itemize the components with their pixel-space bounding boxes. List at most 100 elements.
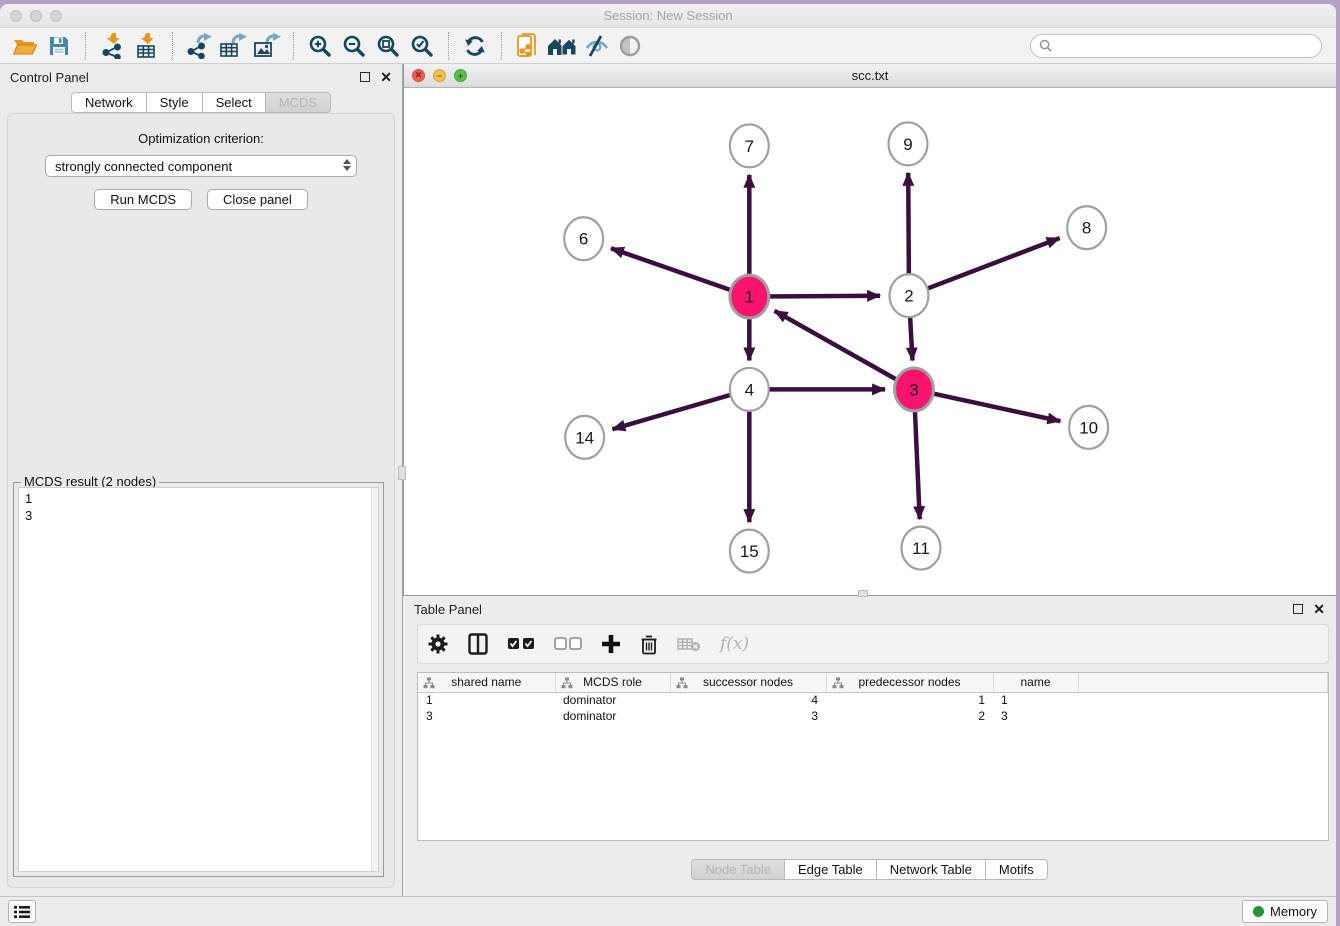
- column-type-icon: [561, 677, 573, 689]
- zoom-out-button[interactable]: [337, 31, 371, 61]
- svg-text:1: 1: [745, 288, 754, 307]
- table-row[interactable]: 1dominator411: [418, 692, 1328, 708]
- unselect-all-columns-icon[interactable]: [554, 637, 582, 651]
- list-icon: [14, 905, 30, 919]
- network-canvas[interactable]: 7 9 6 8 1 2 4 3 14 10 15 11: [404, 88, 1336, 595]
- zoom-fit-button[interactable]: [371, 31, 405, 61]
- export-image-button[interactable]: [250, 31, 284, 61]
- open-session-button[interactable]: [8, 31, 42, 61]
- table-toolbar: f(x): [417, 624, 1329, 664]
- search-box[interactable]: [1030, 34, 1322, 58]
- table-row[interactable]: 3dominator323: [418, 708, 1328, 724]
- vertical-splitter-handle[interactable]: [398, 466, 406, 480]
- graph-node-6[interactable]: 6: [564, 217, 603, 260]
- graph-node-15[interactable]: 15: [730, 530, 769, 573]
- table-cell[interactable]: 4: [670, 692, 826, 708]
- criterion-select[interactable]: strongly connected component: [45, 155, 357, 177]
- tab-motifs[interactable]: Motifs: [986, 859, 1048, 880]
- table-cell[interactable]: 1: [826, 692, 993, 708]
- graph-edge-1-6[interactable]: [611, 248, 738, 292]
- graph-edge-3-11[interactable]: [915, 401, 920, 519]
- graph-edge-3-10[interactable]: [926, 392, 1061, 421]
- delete-column-trash-icon[interactable]: [640, 634, 658, 655]
- graph-edge-3-1[interactable]: [775, 311, 904, 384]
- tab-network[interactable]: Network: [71, 92, 147, 113]
- column-header[interactable]: predecessor nodes: [826, 673, 993, 692]
- horizontal-splitter-handle[interactable]: [858, 590, 868, 597]
- import-network-button[interactable]: [95, 31, 129, 61]
- table-cell[interactable]: 1: [993, 692, 1078, 708]
- show-panels-button[interactable]: [613, 31, 647, 61]
- table-cell[interactable]: 3: [418, 708, 555, 724]
- hide-panels-button[interactable]: [579, 31, 613, 61]
- zoom-selected-button[interactable]: [405, 31, 439, 61]
- tab-node-table[interactable]: Node Table: [691, 859, 785, 880]
- float-panel-icon[interactable]: [360, 72, 370, 82]
- task-history-button[interactable]: [8, 900, 36, 923]
- show-columns-icon[interactable]: [468, 633, 488, 655]
- graph-edge-2-9[interactable]: [908, 173, 909, 284]
- toolbar-separator: [172, 32, 173, 60]
- result-scrollbar[interactable]: [371, 488, 378, 871]
- table-cell[interactable]: 2: [826, 708, 993, 724]
- search-input[interactable]: [1057, 39, 1313, 53]
- network-overview-button[interactable]: [545, 31, 579, 61]
- network-view-window: ✕ − + scc.txt 7968124314101511: [403, 64, 1336, 596]
- graph-node-11[interactable]: 11: [902, 527, 941, 570]
- tab-mcds[interactable]: MCDS: [266, 92, 331, 113]
- refresh-button[interactable]: [458, 31, 492, 61]
- table-cell[interactable]: 1: [418, 692, 555, 708]
- import-table-button[interactable]: [129, 31, 163, 61]
- minimize-network-window-button[interactable]: −: [433, 69, 446, 82]
- save-session-button[interactable]: [42, 31, 76, 61]
- maximize-network-window-button[interactable]: +: [454, 69, 467, 82]
- table-cell[interactable]: dominator: [555, 692, 670, 708]
- select-all-columns-icon[interactable]: [507, 637, 535, 651]
- zoom-in-button[interactable]: [303, 31, 337, 61]
- graph-node-4[interactable]: 4: [730, 368, 769, 411]
- column-header[interactable]: shared name: [418, 673, 555, 692]
- graph-edge-4-14[interactable]: [612, 393, 737, 429]
- tab-style[interactable]: Style: [147, 92, 203, 113]
- graph-node-14[interactable]: 14: [565, 416, 604, 459]
- column-header[interactable]: name: [993, 673, 1078, 692]
- criterion-value: strongly connected component: [55, 159, 232, 174]
- graph-node-7[interactable]: 7: [730, 124, 769, 167]
- table-header-row[interactable]: shared nameMCDS rolesuccessor nodesprede…: [418, 673, 1328, 692]
- column-header[interactable]: MCDS role: [555, 673, 670, 692]
- table-settings-gear-icon[interactable]: [427, 633, 449, 655]
- graph-node-8[interactable]: 8: [1067, 206, 1106, 249]
- graph-node-9[interactable]: 9: [889, 122, 928, 165]
- create-column-plus-icon[interactable]: [601, 634, 621, 654]
- clone-network-button[interactable]: [511, 31, 545, 61]
- export-network-button[interactable]: [182, 31, 216, 61]
- export-table-button[interactable]: [216, 31, 250, 61]
- graph-node-2[interactable]: 2: [890, 274, 929, 317]
- close-network-window-button[interactable]: ✕: [412, 69, 425, 82]
- run-mcds-button[interactable]: Run MCDS: [94, 189, 192, 210]
- mcds-result-area[interactable]: 1 3: [18, 487, 379, 872]
- zoom-in-icon: [308, 34, 332, 58]
- export-network-icon: [186, 33, 212, 59]
- column-header[interactable]: successor nodes: [670, 673, 826, 692]
- table-tabs: Node Table Edge Table Network Table Moti…: [403, 859, 1336, 880]
- tab-select[interactable]: Select: [203, 92, 266, 113]
- graph-edge-2-8[interactable]: [920, 238, 1059, 291]
- tab-edge-table[interactable]: Edge Table: [785, 859, 877, 880]
- node-table[interactable]: shared nameMCDS rolesuccessor nodesprede…: [417, 672, 1329, 841]
- graph-node-1[interactable]: 1: [730, 275, 769, 318]
- table-cell[interactable]: 3: [993, 708, 1078, 724]
- svg-text:15: 15: [740, 542, 759, 561]
- close-panel-button[interactable]: Close panel: [207, 189, 308, 210]
- float-table-panel-icon[interactable]: [1293, 604, 1303, 614]
- close-panel-icon[interactable]: ✕: [380, 72, 392, 82]
- tab-network-table[interactable]: Network Table: [877, 859, 986, 880]
- table-cell[interactable]: dominator: [555, 708, 670, 724]
- graph-edge-1-2[interactable]: [761, 296, 880, 297]
- graph-node-3[interactable]: 3: [895, 368, 934, 411]
- graph-node-10[interactable]: 10: [1069, 406, 1108, 449]
- memory-button[interactable]: Memory: [1242, 900, 1328, 923]
- table-cell[interactable]: 3: [670, 708, 826, 724]
- refresh-icon: [463, 34, 487, 58]
- close-table-panel-icon[interactable]: ✕: [1313, 604, 1325, 614]
